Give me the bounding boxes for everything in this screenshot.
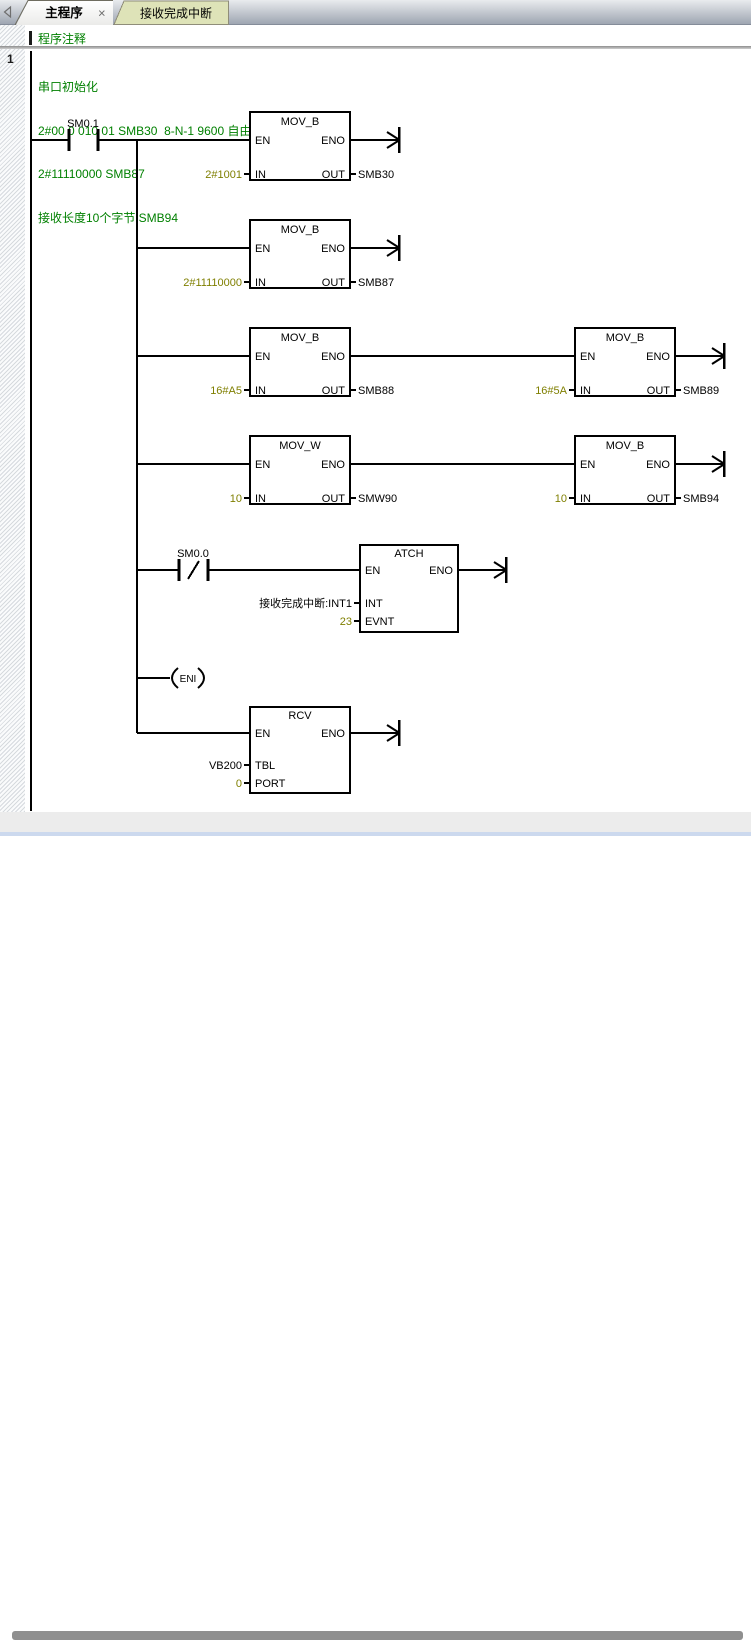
- rung-7: RCV EN ENO TBL PORT VB200 0: [137, 707, 399, 793]
- operand-port-value[interactable]: 0: [236, 778, 242, 790]
- pin-port: PORT: [255, 778, 286, 790]
- pin-out: OUT: [322, 169, 346, 181]
- pin-in: IN: [580, 493, 591, 505]
- operand-in-value[interactable]: 16#A5: [210, 385, 242, 397]
- pin-eno: ENO: [429, 565, 453, 577]
- pin-en: EN: [255, 459, 270, 471]
- box-title[interactable]: MOV_B: [281, 332, 320, 344]
- pin-in: IN: [255, 493, 266, 505]
- operand-evnt-value[interactable]: 23: [340, 616, 352, 628]
- operand-out-value[interactable]: SMB30: [358, 169, 394, 181]
- rung-4: MOV_W EN ENO IN OUT 10 SMW90 MOV_B EN EN…: [137, 436, 724, 505]
- operand-int-value[interactable]: 接收完成中断:INT1: [259, 596, 352, 610]
- operand-out-value[interactable]: SMB87: [358, 277, 394, 289]
- pin-en: EN: [255, 351, 270, 363]
- pin-in: IN: [255, 277, 266, 289]
- rung-3: MOV_B EN ENO IN OUT 16#A5 SMB88 MOV_B EN…: [137, 328, 724, 397]
- pin-en: EN: [255, 728, 270, 740]
- pin-out: OUT: [322, 493, 346, 505]
- box-title[interactable]: MOV_B: [281, 116, 320, 128]
- pin-out: OUT: [322, 385, 346, 397]
- pin-eno: ENO: [646, 351, 670, 363]
- pin-eno: ENO: [321, 243, 345, 255]
- operand-in-value[interactable]: 10: [230, 493, 242, 505]
- rung-6: ENI: [137, 668, 204, 688]
- contact-operand[interactable]: SM0.1: [67, 118, 99, 130]
- coil-eni[interactable]: ENI: [172, 668, 204, 688]
- operand-out-value[interactable]: SMW90: [358, 493, 397, 505]
- rung-5: SM0.0 ATCH EN ENO INT EVNT 接收完成中断:INT1 2…: [137, 545, 506, 632]
- pin-in: IN: [255, 169, 266, 181]
- box-mov-b-smb30[interactable]: MOV_B EN ENO IN OUT 2#1001 SMB30: [205, 112, 394, 181]
- box-atch[interactable]: ATCH EN ENO INT EVNT 接收完成中断:INT1 23: [259, 545, 458, 632]
- coil-right-paren: [198, 668, 204, 688]
- operand-out-value[interactable]: SMB94: [683, 493, 719, 505]
- contact-nc-slash: [188, 561, 199, 579]
- pin-eno: ENO: [646, 459, 670, 471]
- horizontal-scrollbar-track[interactable]: [0, 812, 751, 832]
- pin-eno: ENO: [321, 135, 345, 147]
- contact-sm0-0[interactable]: SM0.0: [177, 548, 209, 581]
- box-title[interactable]: RCV: [288, 710, 312, 722]
- pin-en: EN: [255, 243, 270, 255]
- box-title[interactable]: MOV_B: [606, 440, 645, 452]
- pin-in: IN: [255, 385, 266, 397]
- pin-en: EN: [365, 565, 380, 577]
- operand-out-value[interactable]: SMB88: [358, 385, 394, 397]
- box-title[interactable]: ATCH: [394, 548, 423, 560]
- operand-in-value[interactable]: 2#11110000: [183, 277, 242, 289]
- operand-in-value[interactable]: 2#1001: [205, 169, 242, 181]
- pin-en: EN: [580, 459, 595, 471]
- rung-2: MOV_B EN ENO IN OUT 2#11110000 SMB87: [137, 220, 399, 289]
- pin-tbl: TBL: [255, 760, 275, 772]
- horizontal-scrollbar-thumb[interactable]: [12, 1631, 743, 1640]
- box-rcv[interactable]: RCV EN ENO TBL PORT VB200 0: [209, 707, 350, 793]
- box-title[interactable]: MOV_B: [606, 332, 645, 344]
- pin-out: OUT: [647, 493, 671, 505]
- operand-in-value[interactable]: 10: [555, 493, 567, 505]
- ladder-diagram: SM0.1 MOV_B EN ENO IN OUT 2#1001 SMB30 M…: [0, 0, 751, 812]
- pin-in: IN: [580, 385, 591, 397]
- window-bottom-edge: [0, 832, 751, 836]
- pin-eno: ENO: [321, 459, 345, 471]
- pin-en: EN: [580, 351, 595, 363]
- pin-int: INT: [365, 598, 383, 610]
- box-mov-b-smb89[interactable]: MOV_B EN ENO IN OUT 16#5A SMB89: [535, 328, 719, 397]
- box-mov-w-smw90[interactable]: MOV_W EN ENO IN OUT 10 SMW90: [230, 436, 397, 505]
- operand-out-value[interactable]: SMB89: [683, 385, 719, 397]
- box-mov-b-smb94[interactable]: MOV_B EN ENO IN OUT 10 SMB94: [555, 436, 719, 505]
- contact-operand[interactable]: SM0.0: [177, 548, 209, 560]
- rung-1: SM0.1 MOV_B EN ENO IN OUT 2#1001 SMB30: [31, 112, 399, 181]
- pin-eno: ENO: [321, 351, 345, 363]
- pin-eno: ENO: [321, 728, 345, 740]
- box-mov-b-smb87[interactable]: MOV_B EN ENO IN OUT 2#11110000 SMB87: [183, 220, 394, 289]
- operand-tbl-value[interactable]: VB200: [209, 760, 242, 772]
- pin-out: OUT: [322, 277, 346, 289]
- coil-left-paren: [172, 668, 178, 688]
- box-title[interactable]: MOV_B: [281, 224, 320, 236]
- pin-out: OUT: [647, 385, 671, 397]
- coil-label[interactable]: ENI: [180, 674, 197, 685]
- operand-in-value[interactable]: 16#5A: [535, 385, 567, 397]
- box-title[interactable]: MOV_W: [279, 440, 321, 452]
- box-mov-b-smb88[interactable]: MOV_B EN ENO IN OUT 16#A5 SMB88: [210, 328, 394, 397]
- pin-en: EN: [255, 135, 270, 147]
- contact-sm0-1[interactable]: SM0.1: [67, 118, 99, 151]
- pin-evnt: EVNT: [365, 616, 395, 628]
